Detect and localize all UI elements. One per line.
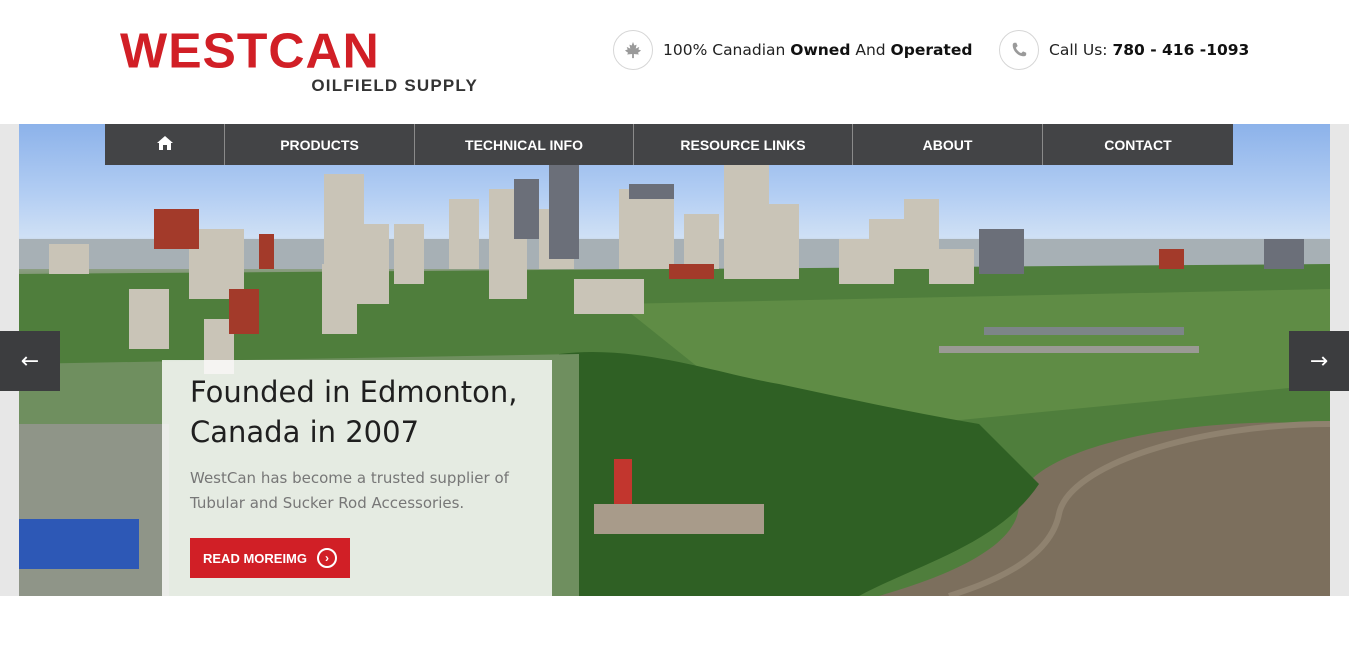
nav-products[interactable]: PRODUCTS <box>225 124 415 165</box>
nav-technical-info[interactable]: TECHNICAL INFO <box>415 124 634 165</box>
home-icon <box>156 136 173 153</box>
call-us-info: Call Us: 780 - 416 -1093 <box>999 30 1249 70</box>
nav-resource-links[interactable]: RESOURCE LINKS <box>634 124 853 165</box>
logo-wordmark: WESTCAN <box>120 23 380 79</box>
slide-description: WestCan has become a trusted supplier of… <box>190 469 509 512</box>
info1-operated: Operated <box>890 41 973 59</box>
call-us-label: Call Us: <box>1049 41 1113 59</box>
phone-icon[interactable] <box>999 30 1039 70</box>
info1-prefix: 100% Canadian <box>663 41 791 59</box>
site-header: WESTCAN OILFIELD SUPPLY 100% Canadian Ow… <box>0 0 1349 124</box>
info1-owned: Owned <box>790 41 851 59</box>
slider-next-button[interactable]: → <box>1289 331 1349 391</box>
nav-about[interactable]: ABOUT <box>853 124 1043 165</box>
main-nav: PRODUCTS TECHNICAL INFO RESOURCE LINKS A… <box>105 124 1233 165</box>
read-more-label: READ MOREIMG <box>203 550 307 566</box>
chevron-right-icon: › <box>317 548 337 568</box>
read-more-button[interactable]: READ MOREIMG › <box>190 538 350 578</box>
phone-number[interactable]: 780 - 416 -1093 <box>1112 41 1249 59</box>
slide-caption: Founded in Edmonton, Canada in 2007 West… <box>162 360 552 596</box>
maple-leaf-icon <box>613 30 653 70</box>
slider-prev-button[interactable]: ← <box>0 331 60 391</box>
canadian-owned-info: 100% Canadian Owned And Operated <box>613 30 972 70</box>
info1-mid: And <box>850 41 891 59</box>
slide-title: Founded in Edmonton, Canada in 2007 <box>190 375 518 449</box>
logo[interactable]: WESTCAN OILFIELD SUPPLY <box>120 23 480 98</box>
nav-contact[interactable]: CONTACT <box>1043 124 1233 165</box>
nav-home[interactable] <box>105 124 225 165</box>
logo-tagline: OILFIELD SUPPLY <box>311 76 478 95</box>
